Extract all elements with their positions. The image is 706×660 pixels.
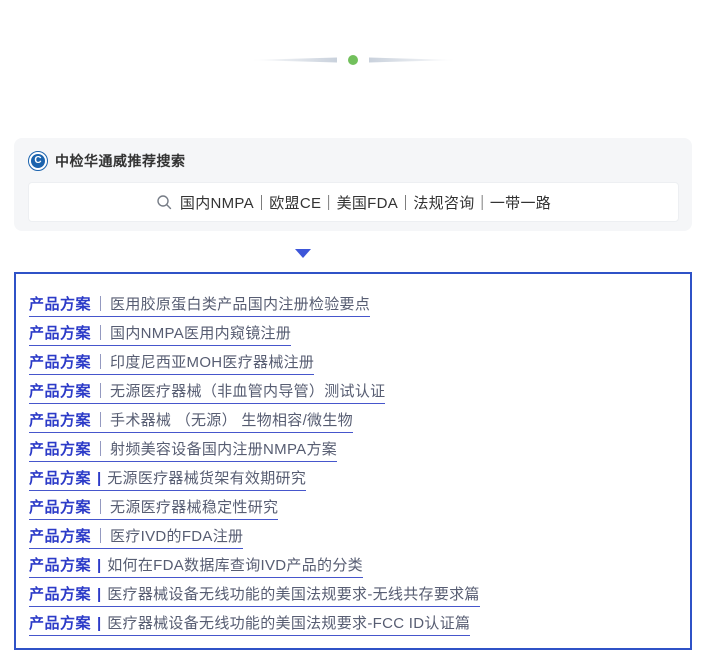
recommend-search-card: C 中检华通威推荐搜索 国内NMPA｜欧盟CE｜美国FDA｜法规咨询｜一带一路 bbox=[14, 138, 692, 231]
item-title: 射频美容设备国内注册NMPA方案 bbox=[110, 441, 337, 458]
item-separator: ｜ bbox=[91, 441, 110, 458]
suggestion-link[interactable]: 产品方案|医疗器械设备无线功能的美国法规要求-FCC ID认证篇 bbox=[29, 612, 470, 636]
item-title: 如何在FDA数据库查询IVD产品的分类 bbox=[107, 557, 363, 574]
item-separator: ｜ bbox=[91, 296, 110, 313]
divider-line-right bbox=[369, 57, 457, 63]
item-title: 国内NMPA医用内窥镜注册 bbox=[110, 325, 291, 342]
item-separator: ｜ bbox=[91, 383, 110, 400]
suggestion-link[interactable]: 产品方案｜射频美容设备国内注册NMPA方案 bbox=[29, 438, 337, 462]
list-item: 产品方案｜无源医疗器械（非血管内导管）测试认证 bbox=[29, 377, 676, 406]
item-prefix: 产品方案 bbox=[29, 557, 91, 574]
item-title: 医用胶原蛋白类产品国内注册检验要点 bbox=[110, 296, 370, 313]
divider-green-dot bbox=[348, 55, 358, 65]
suggestion-link[interactable]: 产品方案｜印度尼西亚MOH医疗器械注册 bbox=[29, 351, 314, 375]
item-separator: ｜ bbox=[91, 412, 110, 429]
suggestion-link[interactable]: 产品方案｜无源医疗器械（非血管内导管）测试认证 bbox=[29, 380, 385, 404]
brand-logo-icon: C bbox=[28, 151, 48, 171]
item-prefix: 产品方案 bbox=[29, 528, 91, 545]
item-prefix: 产品方案 bbox=[29, 586, 91, 603]
list-item: 产品方案｜射频美容设备国内注册NMPA方案 bbox=[29, 435, 676, 464]
item-separator: ｜ bbox=[91, 354, 110, 371]
list-item: 产品方案｜医疗IVD的FDA注册 bbox=[29, 522, 676, 551]
item-title: 医疗器械设备无线功能的美国法规要求-FCC ID认证篇 bbox=[107, 615, 470, 632]
list-item: 产品方案｜印度尼西亚MOH医疗器械注册 bbox=[29, 348, 676, 377]
list-item: 产品方案|医疗器械设备无线功能的美国法规要求-无线共存要求篇 bbox=[29, 580, 676, 609]
suggestion-link[interactable]: 产品方案|医疗器械设备无线功能的美国法规要求-无线共存要求篇 bbox=[29, 583, 480, 607]
suggestion-link[interactable]: 产品方案｜国内NMPA医用内窥镜注册 bbox=[29, 322, 291, 346]
item-title: 医疗IVD的FDA注册 bbox=[110, 528, 243, 545]
card-header: C 中检华通威推荐搜索 bbox=[14, 138, 692, 171]
item-prefix: 产品方案 bbox=[29, 499, 91, 516]
suggestion-link[interactable]: 产品方案｜医疗IVD的FDA注册 bbox=[29, 525, 243, 549]
item-prefix: 产品方案 bbox=[29, 325, 91, 342]
item-separator: | bbox=[91, 470, 107, 487]
item-prefix: 产品方案 bbox=[29, 412, 91, 429]
list-item: 产品方案|医疗器械设备无线功能的美国法规要求-FCC ID认证篇 bbox=[29, 609, 676, 638]
item-prefix: 产品方案 bbox=[29, 615, 91, 632]
card-title: 中检华通威推荐搜索 bbox=[55, 151, 186, 171]
list-item: 产品方案|无源医疗器械货架有效期研究 bbox=[29, 464, 676, 493]
item-title: 无源医疗器械（非血管内导管）测试认证 bbox=[110, 383, 385, 400]
item-title: 无源医疗器械稳定性研究 bbox=[110, 499, 278, 516]
suggestion-link[interactable]: 产品方案|无源医疗器械货架有效期研究 bbox=[29, 467, 306, 491]
list-item: 产品方案｜无源医疗器械稳定性研究 bbox=[29, 493, 676, 522]
list-item: 产品方案｜手术器械 （无源） 生物相容/微生物 bbox=[29, 406, 676, 435]
item-title: 无源医疗器械货架有效期研究 bbox=[107, 470, 306, 487]
list-item: 产品方案｜医用胶原蛋白类产品国内注册检验要点 bbox=[29, 290, 676, 319]
suggestion-link[interactable]: 产品方案｜手术器械 （无源） 生物相容/微生物 bbox=[29, 409, 353, 433]
suggestion-link[interactable]: 产品方案｜医用胶原蛋白类产品国内注册检验要点 bbox=[29, 293, 370, 317]
suggestion-link[interactable]: 产品方案｜无源医疗器械稳定性研究 bbox=[29, 496, 278, 520]
item-prefix: 产品方案 bbox=[29, 383, 91, 400]
item-separator: | bbox=[91, 557, 107, 574]
item-separator: | bbox=[91, 615, 107, 632]
suggestion-panel: 产品方案｜医用胶原蛋白类产品国内注册检验要点 产品方案｜国内NMPA医用内窥镜注… bbox=[14, 272, 692, 650]
item-separator: | bbox=[91, 586, 107, 603]
list-item: 产品方案|如何在FDA数据库查询IVD产品的分类 bbox=[29, 551, 676, 580]
search-icon bbox=[156, 194, 172, 210]
item-prefix: 产品方案 bbox=[29, 296, 91, 313]
divider-line-left bbox=[249, 57, 337, 63]
item-title: 手术器械 （无源） 生物相容/微生物 bbox=[110, 412, 353, 429]
item-title: 医疗器械设备无线功能的美国法规要求-无线共存要求篇 bbox=[107, 586, 480, 603]
item-separator: ｜ bbox=[91, 325, 110, 342]
item-separator: ｜ bbox=[91, 499, 110, 516]
triangle-down-icon bbox=[295, 249, 311, 258]
dropdown-pointer bbox=[0, 249, 706, 259]
list-item: 产品方案｜国内NMPA医用内窥镜注册 bbox=[29, 319, 676, 348]
item-title: 印度尼西亚MOH医疗器械注册 bbox=[110, 354, 314, 371]
item-prefix: 产品方案 bbox=[29, 470, 91, 487]
decorative-divider bbox=[0, 54, 706, 66]
search-query-text: 国内NMPA｜欧盟CE｜美国FDA｜法规咨询｜一带一路 bbox=[180, 192, 551, 213]
item-separator: ｜ bbox=[91, 528, 110, 545]
suggestion-link[interactable]: 产品方案|如何在FDA数据库查询IVD产品的分类 bbox=[29, 554, 363, 578]
item-prefix: 产品方案 bbox=[29, 441, 91, 458]
item-prefix: 产品方案 bbox=[29, 354, 91, 371]
search-input[interactable]: 国内NMPA｜欧盟CE｜美国FDA｜法规咨询｜一带一路 bbox=[28, 182, 679, 222]
